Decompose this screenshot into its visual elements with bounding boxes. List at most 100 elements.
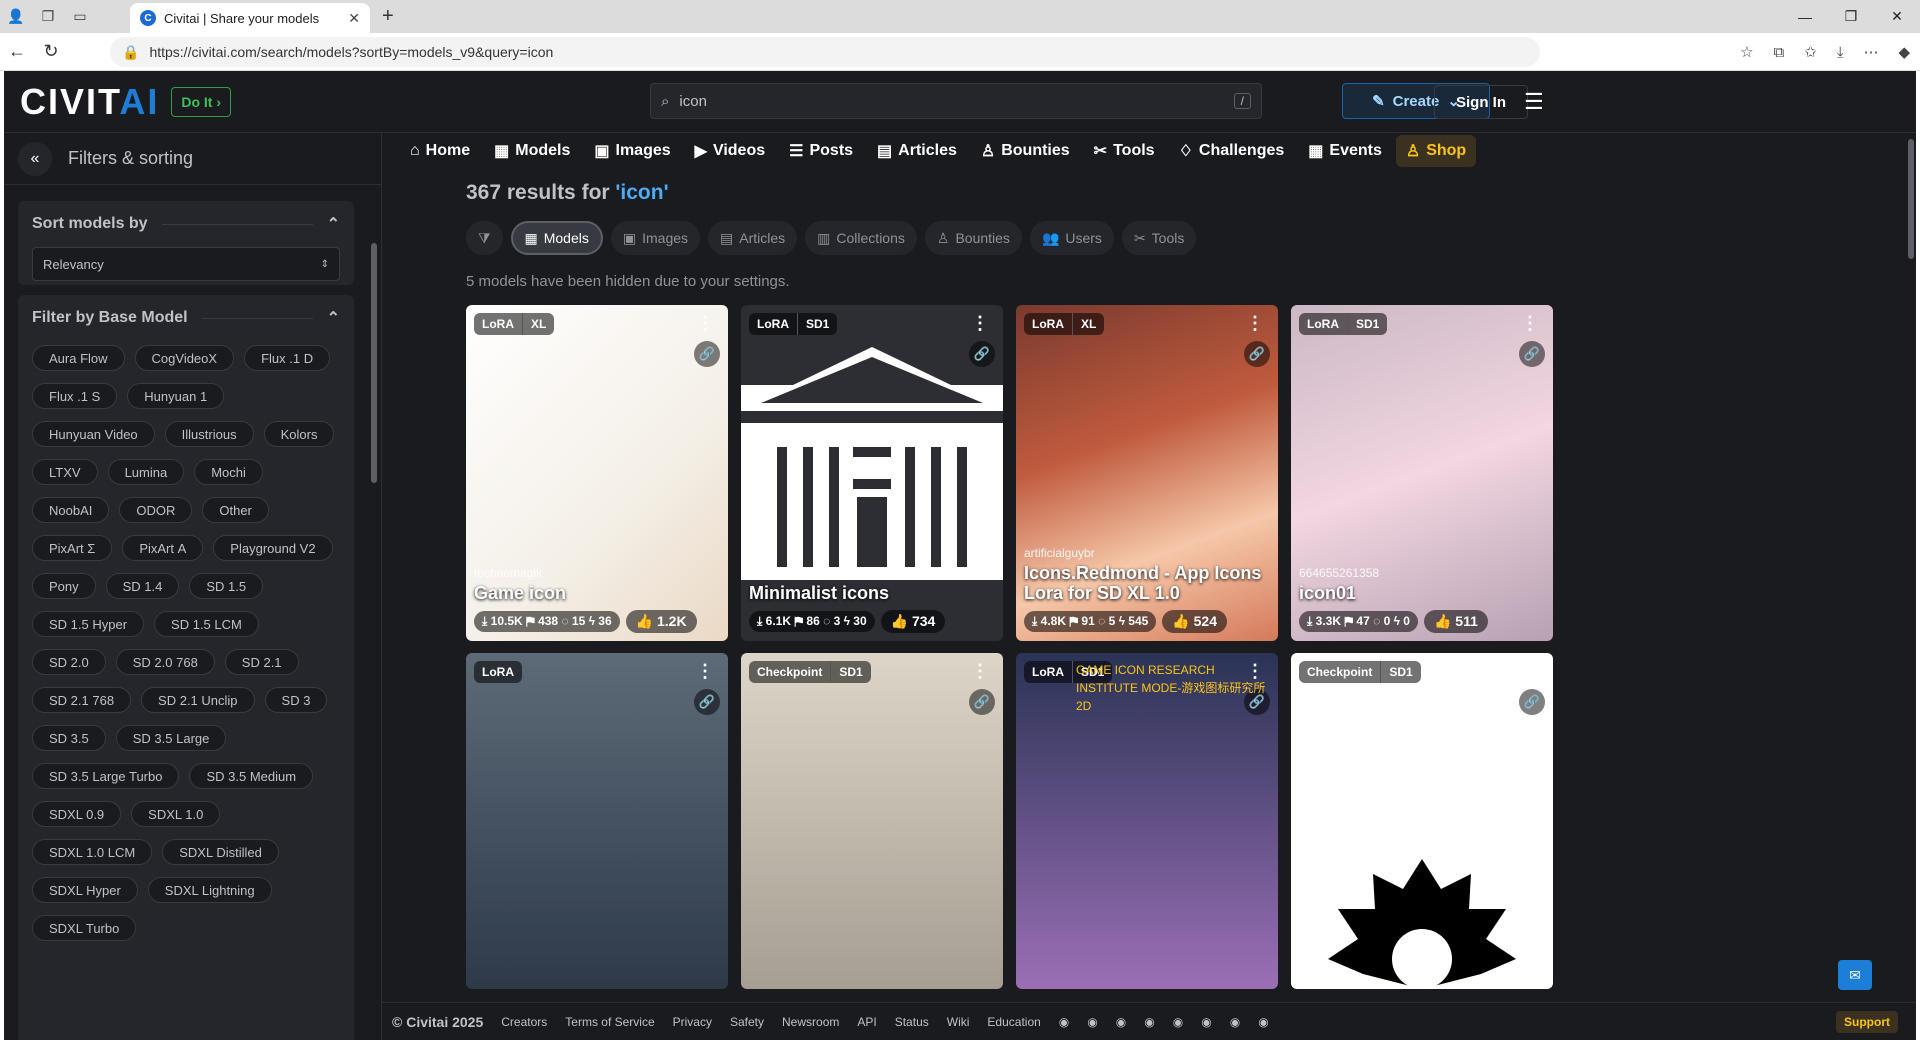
base-model-chip[interactable]: LTXV [32,459,98,485]
card-menu-icon[interactable]: ⋮ [1246,313,1264,334]
base-model-chip[interactable]: SDXL Lightning [147,877,272,903]
base-model-chip[interactable]: SD 2.0 768 [115,649,215,675]
base-model-chip[interactable]: PixArt Σ [32,535,113,561]
model-card[interactable]: Checkpoint SD1 ⋮ 🔗 [741,653,1003,989]
discord-icon[interactable]: ◉ [1059,1015,1069,1029]
base-model-chip[interactable]: SDXL 0.9 [32,801,122,827]
base-model-chip[interactable]: SDXL 1.0 [131,801,221,827]
link-icon[interactable]: 🔗 [694,689,720,715]
reddit-icon[interactable]: ◉ [1201,1015,1211,1029]
likes-badge[interactable]: 👍 1.2K [625,610,697,633]
footer-link-safety[interactable]: Safety [730,1015,764,1029]
tab-models[interactable]: ▦ Models [510,221,603,255]
tab-bounties[interactable]: ♙ Bounties [924,221,1022,255]
lock-icon[interactable]: 🔒 [122,44,139,61]
model-card[interactable]: LoRA SD1 ⋮ 🔗 rokot Minimalist icons ⤓ 6.1K ⚑ 8… [741,305,1003,641]
base-model-chip[interactable]: SD 1.5 [189,573,264,599]
x-icon[interactable]: ◉ [1087,1015,1097,1029]
footer-link-creators[interactable]: Creators [501,1015,547,1029]
base-model-chip[interactable]: SD 1.5 LCM [154,611,259,637]
twitch-icon[interactable]: ◉ [1258,1015,1268,1029]
base-model-chip[interactable]: Pony [32,573,96,599]
base-model-chip[interactable]: ODOR [119,497,193,523]
base-model-chip[interactable]: SD 3.5 Large [115,725,227,751]
card-menu-icon[interactable]: ⋮ [971,313,989,334]
browser-tab[interactable]: C Civitai | Share your models ✕ [130,3,370,33]
collections-icon[interactable]: ✩ [1804,43,1817,61]
footer-link-wiki[interactable]: Wiki [947,1015,970,1029]
likes-badge[interactable]: 👍 511 [1423,610,1488,633]
github-icon[interactable]: ◉ [1230,1015,1240,1029]
footer-link-api[interactable]: API [857,1015,876,1029]
tab-tools[interactable]: ✂ Tools [1121,221,1197,255]
restore-button[interactable]: ❐ [1828,0,1874,33]
model-card[interactable]: LoRA XL ⋮ 🔗 artificialguybr Icons.Redmond - A… [1016,305,1278,641]
base-model-chip[interactable]: Flux .1 S [32,383,118,409]
base-model-chip[interactable]: SD 2.1 [224,649,299,675]
model-card[interactable]: LoRA SD1 ⋮ 🔗 GAME ICON RESEARCH INSTITUTE MO… [1016,653,1278,989]
link-icon[interactable]: 🔗 [1519,341,1545,367]
base-model-chip[interactable]: SD 2.1 768 [32,687,132,713]
base-model-chip[interactable]: PixArt Α [122,535,204,561]
tab-articles[interactable]: ▤ Articles [708,221,798,255]
base-model-chip[interactable]: SDXL Turbo [32,915,137,941]
base-model-chip[interactable]: SD 1.5 Hyper [32,611,145,637]
model-card[interactable]: Checkpoint SD1 ⋮ 🔗 [1291,653,1553,989]
base-model-chip[interactable]: SD 2.1 Unclip [141,687,255,713]
sidebar-scrollbar[interactable] [371,243,377,483]
creator-name[interactable]: artificialguybr [1024,546,1270,560]
downloads-icon[interactable]: ⤓ [1837,44,1844,61]
base-model-chip[interactable]: SD 3.5 [32,725,106,751]
model-card[interactable]: LoRA SD1 ⋮ 🔗 664655261358 icon01 ⤓ 3.3K ⚑ 47 ◌… [1291,305,1553,641]
collapse-sidebar-button[interactable]: « [18,141,52,176]
nav-posts[interactable]: ☰ Posts [779,135,863,167]
copilot-icon[interactable]: ◆ [1898,43,1910,61]
nav-models[interactable]: ▦ Models [484,135,580,167]
footer-link-status[interactable]: Status [895,1015,929,1029]
favorites-icon[interactable]: ☆ [1740,43,1753,61]
base-model-chip[interactable]: Hunyuan 1 [127,383,225,409]
card-menu-icon[interactable]: ⋮ [971,661,989,682]
base-model-chip[interactable]: SD 3.5 Large Turbo [32,763,180,789]
civitai-logo[interactable]: CIVITAI [20,81,159,123]
creator-name[interactable]: rokot [749,566,995,580]
base-model-chip[interactable]: SDXL Distilled [162,839,279,865]
nav-articles[interactable]: ▤ Articles [867,135,967,167]
profile-icon[interactable]: 👤 [0,0,32,33]
model-card[interactable]: LoRA XL ⋮ 🔗 technomagik Game icon ⤓ 10.5K ⚑ 43… [466,305,728,641]
extensions-icon[interactable]: ⧉ [1774,44,1785,61]
search-input[interactable]: ⌕ icon / [650,83,1262,119]
nav-challenges[interactable]: ♢ Challenges [1169,135,1295,167]
link-icon[interactable]: 🔗 [1519,689,1545,715]
main-scrollbar[interactable] [1908,139,1914,259]
tab-actions-icon[interactable]: ▭ [64,0,96,33]
url-field[interactable]: 🔒 https://civitai.com/search/models?sort… [110,37,1540,67]
chat-icon[interactable]: ✉ [1838,960,1872,990]
base-model-chip[interactable]: NoobAI [32,497,110,523]
footer-link-education[interactable]: Education [987,1015,1040,1029]
base-model-chip[interactable]: CogVideoX [134,345,235,371]
link-icon[interactable]: 🔗 [694,341,720,367]
card-menu-icon[interactable]: ⋮ [1521,313,1539,334]
footer-link-newsroom[interactable]: Newsroom [782,1015,839,1029]
minimize-button[interactable]: — [1782,0,1828,33]
refresh-button[interactable]: ↻ [34,41,68,62]
base-model-chip[interactable]: SD 1.4 [105,573,180,599]
sort-select[interactable]: Relevancy ⇕ [32,247,340,281]
base-model-chip[interactable]: Aura Flow [32,345,125,371]
likes-badge[interactable]: 👍 734 [880,610,946,633]
base-model-chip[interactable]: Lumina [107,459,185,485]
base-model-chip[interactable]: SD 3 [264,687,328,713]
link-icon[interactable]: 🔗 [969,341,995,367]
tab-images[interactable]: ▣ Images [610,221,701,255]
base-model-chip[interactable]: Playground V2 [213,535,333,561]
close-tab-icon[interactable]: ✕ [348,10,360,27]
card-menu-icon[interactable]: ⋮ [696,661,714,682]
filter-toggle-button[interactable]: ⧩ [466,221,503,255]
nav-videos[interactable]: ▶ Videos [685,135,775,167]
creator-name[interactable]: 664655261358 [1299,566,1545,580]
link-icon[interactable]: 🔗 [1244,341,1270,367]
card-menu-icon[interactable]: ⋮ [1521,661,1539,682]
support-button[interactable]: Support [1836,1010,1898,1033]
base-model-chip[interactable]: Other [202,497,269,523]
